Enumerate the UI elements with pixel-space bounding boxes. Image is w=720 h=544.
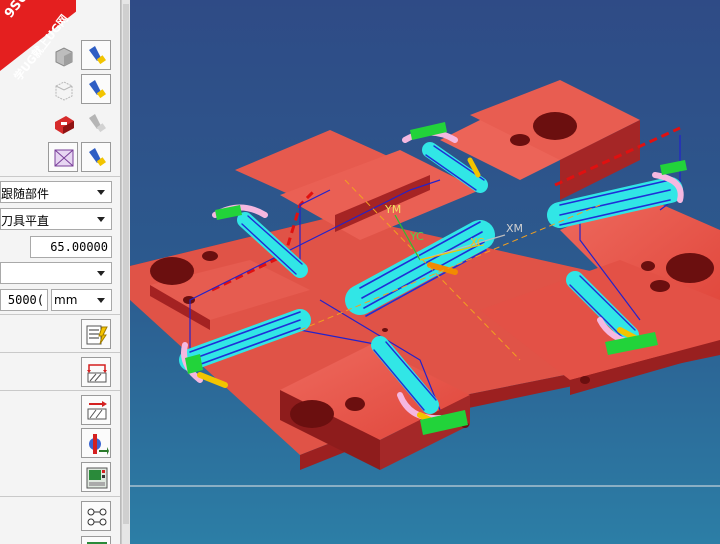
- feeds-speeds-button[interactable]: [81, 395, 111, 425]
- drive-method-select[interactable]: 跟随部件: [0, 181, 112, 203]
- hole: [382, 328, 388, 332]
- axis-label-yc: YC: [409, 230, 424, 243]
- chevron-down-icon: [97, 217, 105, 222]
- unit-select[interactable]: mm: [51, 289, 112, 311]
- hole: [290, 400, 334, 428]
- machine-control-icon: [89, 434, 109, 455]
- option-select[interactable]: [0, 262, 112, 284]
- value-input-text: 65.00000: [50, 240, 108, 254]
- graphics-window[interactable]: YM YC XC XM: [130, 0, 720, 544]
- program-settings-button[interactable]: [81, 462, 111, 492]
- hole: [533, 112, 577, 140]
- flashlight-icon: [89, 148, 106, 167]
- tool-axis-select[interactable]: 刀具平直: [0, 208, 112, 230]
- hole: [580, 376, 590, 384]
- hole: [150, 257, 194, 285]
- display-icon: [87, 542, 107, 544]
- mold-model-view: YM YC XC XM: [130, 80, 720, 487]
- specify-part-button[interactable]: [48, 40, 78, 70]
- chevron-down-icon: [97, 190, 105, 195]
- hole: [202, 251, 218, 261]
- distance-input[interactable]: 5000(: [0, 289, 48, 311]
- non-cutting-moves-button[interactable]: [81, 357, 111, 387]
- flashlight-icon: [89, 46, 106, 65]
- hole: [345, 397, 365, 411]
- display-button[interactable]: [81, 536, 111, 544]
- scrollbar-thumb[interactable]: [123, 4, 129, 524]
- divider: [0, 390, 120, 391]
- divider: [0, 352, 120, 353]
- distance-input-text: 5000(: [7, 293, 44, 307]
- tool-axis-value: 刀具平直: [1, 214, 50, 228]
- display-check-button[interactable]: [81, 108, 111, 138]
- cut-parameters-button[interactable]: [81, 319, 111, 349]
- options-button[interactable]: [81, 501, 111, 531]
- hole: [183, 296, 195, 304]
- panel-scrollbar[interactable]: [121, 0, 130, 544]
- display-part-button[interactable]: [81, 40, 111, 70]
- axis-label-xc: XC: [470, 236, 485, 249]
- cut-parameters-icon: [86, 325, 108, 345]
- drive-method-value: 跟随部件: [1, 187, 50, 201]
- display-blank-button[interactable]: [81, 74, 111, 104]
- feeds-icon: [87, 401, 107, 420]
- chevron-down-icon: [97, 271, 105, 276]
- divider: [0, 496, 120, 497]
- check-body-icon: [55, 116, 74, 134]
- specify-blank-button[interactable]: [48, 74, 78, 104]
- hole: [641, 261, 655, 271]
- options-icon: [87, 508, 107, 526]
- unit-value: mm: [54, 293, 78, 307]
- axis-label-ym: YM: [384, 203, 401, 216]
- non-cutting-moves-icon: [87, 364, 107, 383]
- specify-check-button[interactable]: [48, 108, 78, 138]
- part-body-icon: [55, 47, 73, 67]
- divider: [0, 176, 120, 177]
- specify-cut-area-button[interactable]: [48, 142, 78, 172]
- hole: [510, 134, 530, 146]
- flashlight-icon: [89, 80, 106, 99]
- chevron-down-icon: [97, 298, 105, 303]
- hole: [650, 280, 670, 292]
- blank-wireframe-icon: [55, 81, 73, 101]
- hole: [666, 253, 714, 283]
- value-input[interactable]: 65.00000: [30, 236, 112, 258]
- display-cut-area-button[interactable]: [81, 142, 111, 172]
- cut-area-icon: [54, 149, 74, 167]
- axis-label-xm: XM: [506, 222, 523, 235]
- flashlight-gray-icon: [89, 114, 106, 133]
- machine-control-button[interactable]: [81, 428, 111, 458]
- divider: [0, 314, 120, 315]
- program-icon: [86, 467, 108, 489]
- operation-dialog-panel: 9SUG 学UG就上UG网 跟随部件 刀具平直 65.00000 5000(m…: [0, 0, 121, 544]
